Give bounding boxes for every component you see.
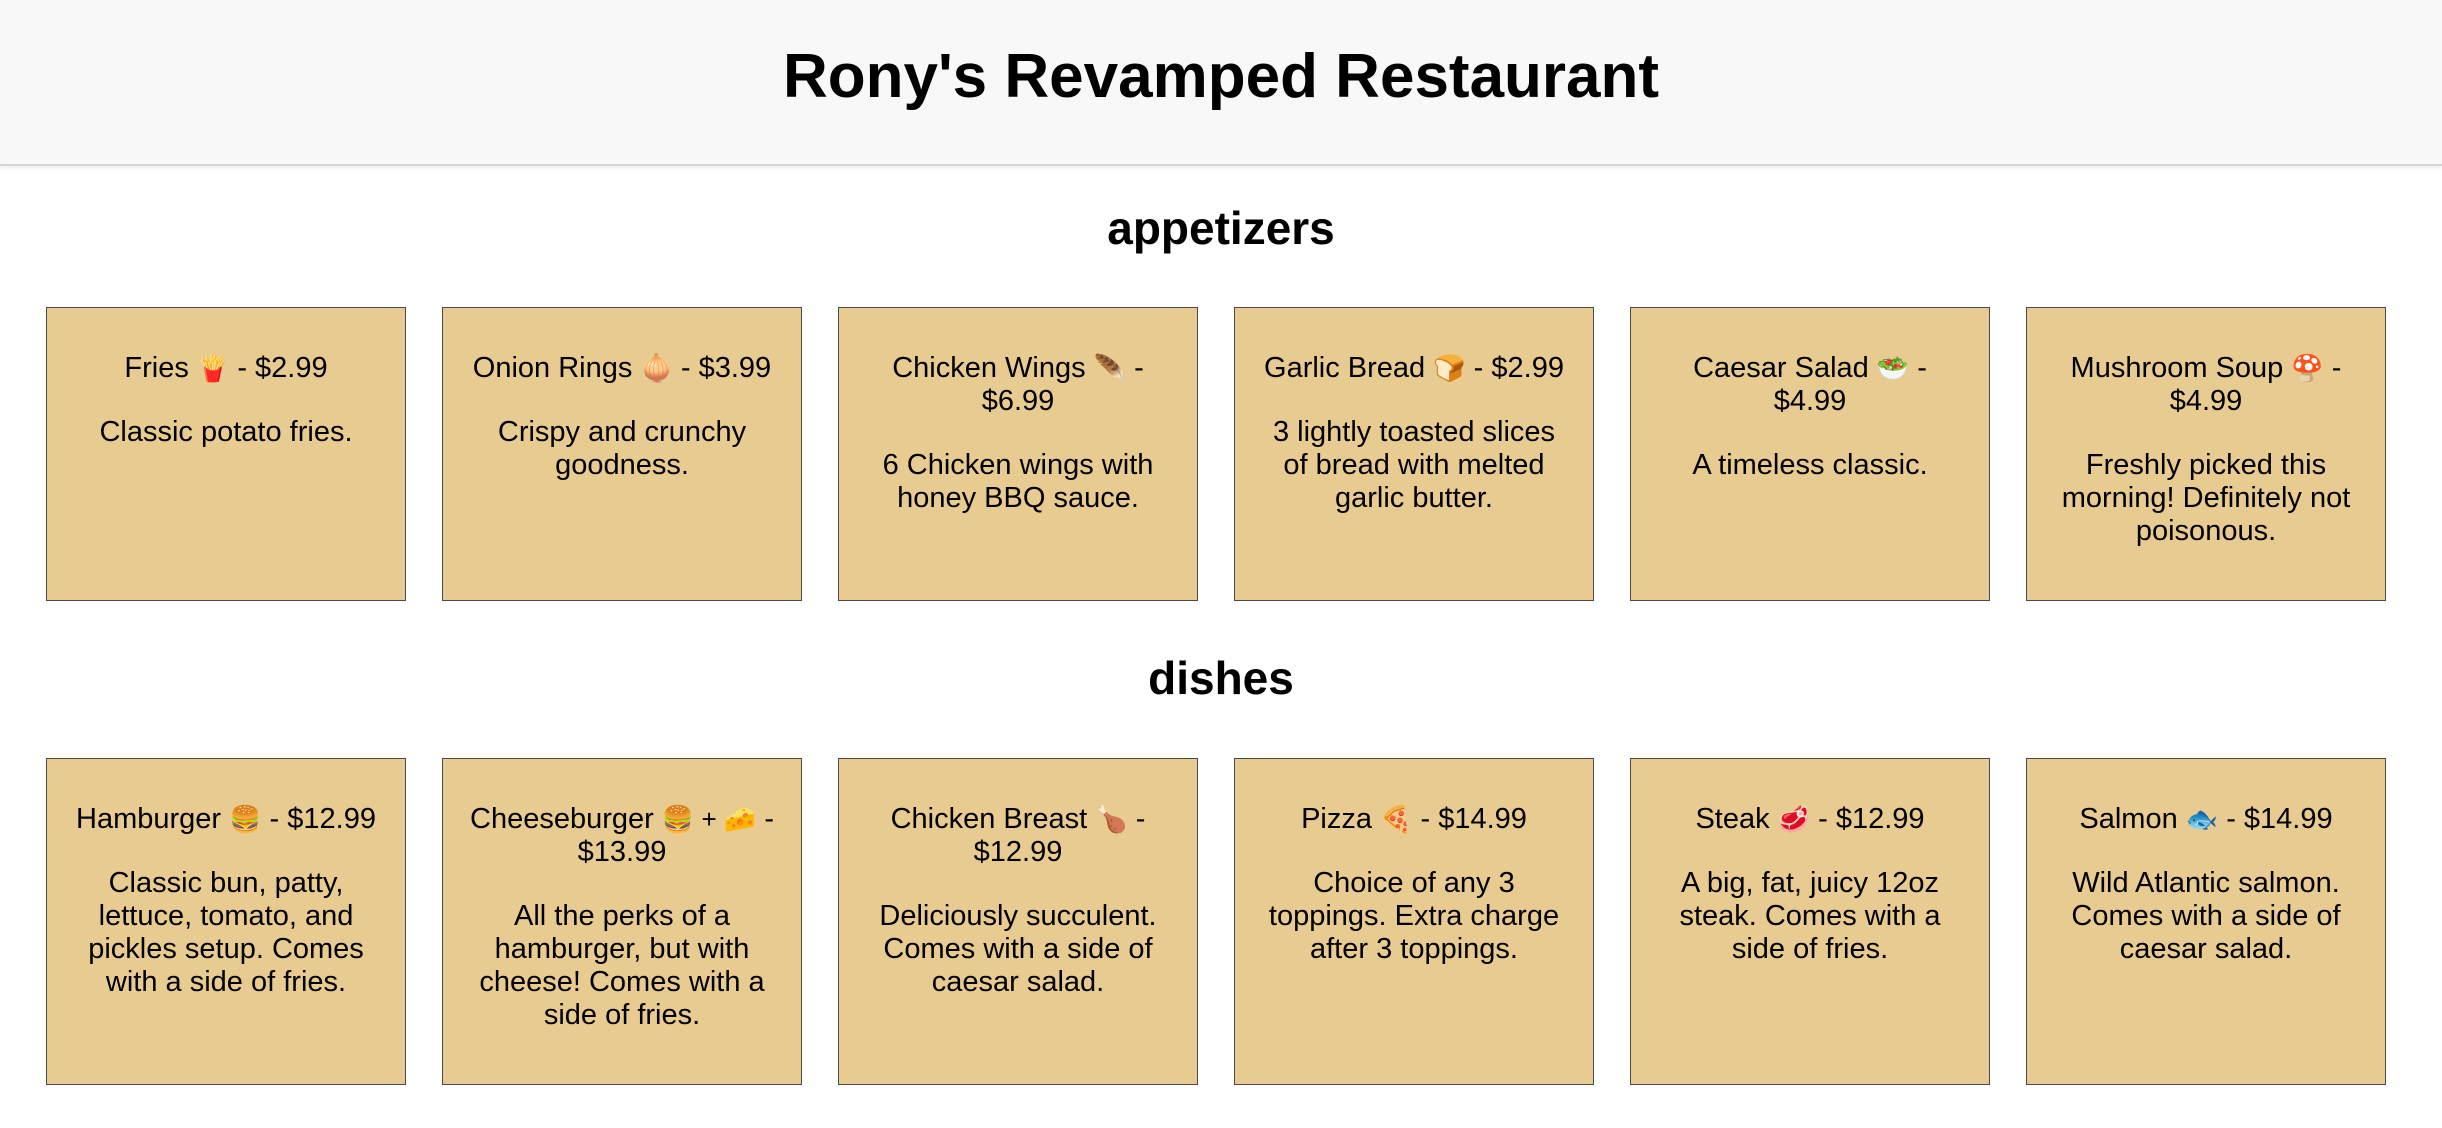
fries-icon: 🍟 [196, 353, 230, 383]
menu-card-garlic-bread: Garlic Bread 🍞 - $2.99 3 lightly toasted… [1234, 307, 1594, 601]
menu-card-steak: Steak 🥩 - $12.99 A big, fat, juicy 12oz … [1630, 758, 1990, 1085]
menu-item-name: Caesar Salad [1693, 352, 1869, 384]
menu-card-cheeseburger: Cheeseburger 🍔 + 🧀 - $13.99 All the perk… [442, 758, 802, 1085]
menu-item-description: Deliciously succulent. Comes with a side… [879, 900, 1157, 998]
menu-item-description: Choice of any 3 toppings. Extra charge a… [1268, 867, 1560, 965]
menu-item-name: Mushroom Soup [2070, 352, 2284, 384]
menu-item-price: $12.99 [1835, 803, 1925, 835]
menu-item-price: $14.99 [1438, 803, 1527, 835]
menu-card-fries: Fries 🍟 - $2.99 Classic potato fries. [46, 307, 406, 601]
menu-item-description: Freshly picked this morning! Definitely … [2061, 449, 2351, 547]
menu-card-hamburger: Hamburger 🍔 - $12.99 Classic bun, patty,… [46, 758, 406, 1085]
menu-item-description: Crispy and crunchy goodness. [497, 416, 747, 481]
menu-item-price: $2.99 [1491, 352, 1564, 384]
menu-item-title: Hamburger 🍔 - $12.99 [76, 803, 376, 835]
menu-item-title: Steak 🥩 - $12.99 [1695, 803, 1925, 835]
section-title-appetizers: appetizers [1107, 202, 1335, 254]
menu-item-title: Caesar Salad 🥗 - $4.99 [1693, 352, 1927, 417]
menu-item-description: Wild Atlantic salmon. Comes with a side … [2071, 867, 2341, 965]
mushroom-icon: 🍄 [2291, 353, 2324, 383]
burger-icon: 🍔 [229, 804, 262, 834]
section-title-dishes: dishes [1148, 652, 1294, 704]
menu-item-price: $6.99 [981, 385, 1055, 417]
menu-card-pizza: Pizza 🍕 - $14.99 Choice of any 3 topping… [1234, 758, 1594, 1085]
menu-item-name: Cheeseburger [470, 803, 654, 835]
menu-item-title: Fries 🍟 - $2.99 [124, 352, 328, 384]
menu-item-title: Garlic Bread 🍞 - $2.99 [1264, 352, 1564, 384]
wing-icon: 🪶 [1093, 353, 1127, 383]
menu-item-name: Chicken Breast [890, 803, 1088, 835]
bread-icon: 🍞 [1433, 353, 1466, 383]
menu-item-description: 6 Chicken wings with honey BBQ sauce. [882, 449, 1154, 514]
salad-icon: 🥗 [1876, 353, 1910, 383]
menu-item-price: $2.99 [255, 352, 328, 384]
menu-item-name: Chicken Wings [892, 352, 1086, 384]
drumstick-icon: 🍗 [1095, 804, 1128, 834]
menu-item-price: $13.99 [577, 836, 667, 868]
onion-icon: 🧅 [640, 353, 673, 383]
burger-cheese-icon: 🍔 + 🧀 [661, 804, 757, 834]
menu-item-price: $4.99 [2169, 385, 2243, 417]
menu-item-name: Hamburger [76, 803, 222, 835]
menu-item-name: Salmon [2079, 803, 2178, 835]
menu-item-description: Classic bun, patty, lettuce, tomato, and… [88, 867, 364, 998]
menu-item-title: Chicken Wings 🪶 - $6.99 [892, 352, 1144, 417]
menu-item-title: Mushroom Soup 🍄 - $4.99 [2070, 352, 2342, 417]
menu-item-name: Pizza [1301, 803, 1372, 835]
menu-card-mushroom-soup: Mushroom Soup 🍄 - $4.99 Freshly picked t… [2026, 307, 2386, 601]
appetizers-grid: Fries 🍟 - $2.99 Classic potato fries. On… [46, 307, 2386, 601]
page-title: Rony's Revamped Restaurant [782, 42, 1660, 111]
menu-item-description: A timeless classic. [1692, 449, 1928, 481]
menu-item-description: A big, fat, juicy 12oz steak. Comes with… [1679, 867, 1941, 965]
menu-item-description: Classic potato fries. [99, 416, 353, 448]
pizza-icon: 🍕 [1380, 804, 1413, 834]
menu-card-salmon: Salmon 🐟 - $14.99 Wild Atlantic salmon. … [2026, 758, 2386, 1085]
menu-item-description: All the perks of a hamburger, but with c… [479, 900, 765, 1031]
steak-icon: 🥩 [1777, 804, 1811, 834]
dishes-grid: Hamburger 🍔 - $12.99 Classic bun, patty,… [46, 758, 2386, 1085]
menu-item-title: Cheeseburger 🍔 + 🧀 - $13.99 [470, 803, 774, 868]
menu-item-title: Chicken Breast 🍗 - $12.99 [890, 803, 1146, 868]
menu-item-title: Salmon 🐟 - $14.99 [2079, 803, 2333, 835]
menu-item-name: Fries [124, 352, 189, 384]
page-header: Rony's Revamped Restaurant [0, 0, 2442, 166]
menu-card-onion-rings: Onion Rings 🧅 - $3.99 Crispy and crunchy… [442, 307, 802, 601]
menu-card-chicken-breast: Chicken Breast 🍗 - $12.99 Deliciously su… [838, 758, 1198, 1085]
menu-card-caesar-salad: Caesar Salad 🥗 - $4.99 A timeless classi… [1630, 307, 1990, 601]
menu-item-price: $14.99 [2243, 803, 2333, 835]
menu-item-title: Onion Rings 🧅 - $3.99 [472, 352, 772, 384]
menu-item-price: $4.99 [1773, 385, 1847, 417]
menu-card-chicken-wings: Chicken Wings 🪶 - $6.99 6 Chicken wings … [838, 307, 1198, 601]
menu-item-name: Garlic Bread [1264, 352, 1426, 384]
menu-item-name: Steak [1695, 803, 1770, 835]
fish-icon: 🐟 [2185, 804, 2219, 834]
menu-item-price: $12.99 [973, 836, 1063, 868]
menu-item-title: Pizza 🍕 - $14.99 [1301, 803, 1527, 835]
menu-item-description: 3 lightly toasted slices of bread with m… [1272, 416, 1556, 514]
menu-item-price: $12.99 [287, 803, 376, 835]
menu-item-name: Onion Rings [472, 352, 633, 384]
menu-item-price: $3.99 [698, 352, 772, 384]
